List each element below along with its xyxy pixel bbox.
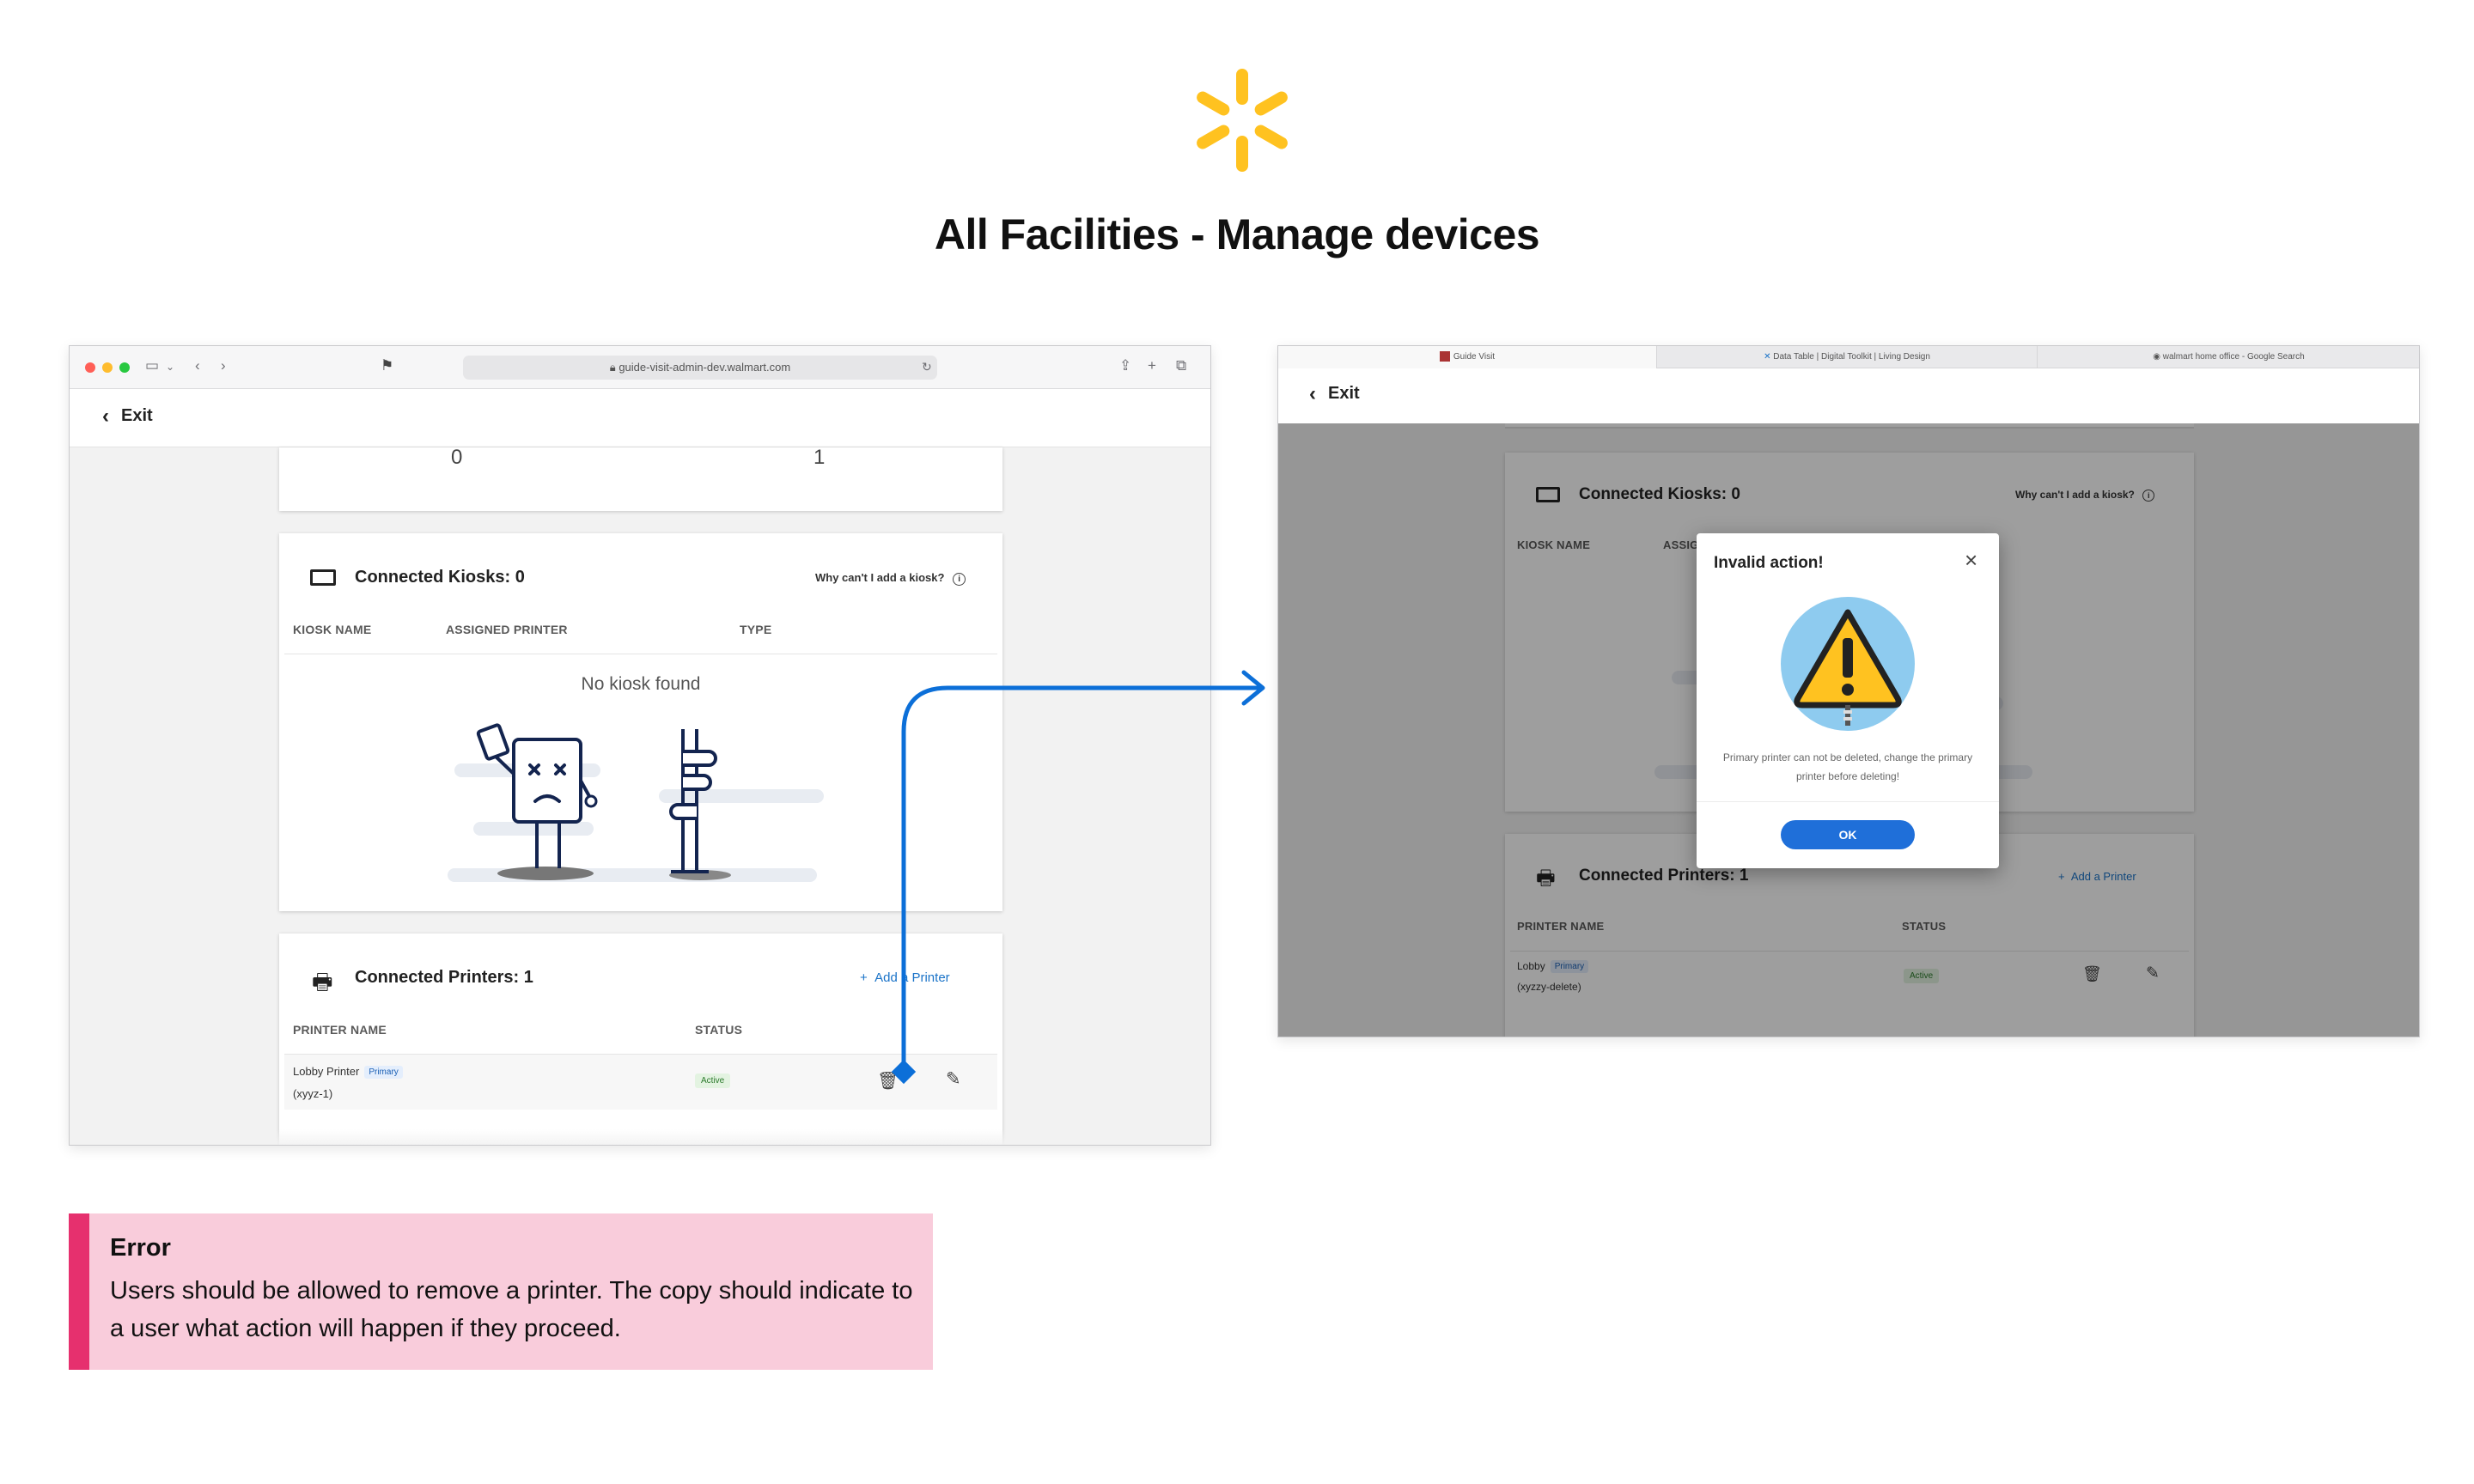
favicon-icon <box>1439 351 1450 362</box>
modal-title: Invalid action! <box>1714 554 1824 572</box>
warning-icon <box>1781 597 1915 731</box>
ok-button[interactable]: OK <box>1781 820 1915 849</box>
error-title: Error <box>110 1234 171 1262</box>
favicon-icon: ✕ <box>1764 352 1774 362</box>
browser-tab[interactable]: ◉ walmart home office - Google Search <box>2038 346 2419 368</box>
browser-tab-bar: Guide Visit ✕ Data Table | Digital Toolk… <box>1278 346 2419 368</box>
browser-tab[interactable]: Guide Visit <box>1278 346 1657 368</box>
favicon-icon: ◉ <box>2153 352 2163 362</box>
exit-button[interactable]: ‹ Exit <box>1309 381 1360 405</box>
chevron-left-icon: ‹ <box>1309 381 1316 405</box>
invalid-action-modal: Invalid action! × Primary printer can no… <box>1697 533 1999 868</box>
browser-tab[interactable]: ✕ Data Table | Digital Toolkit | Living … <box>1657 346 2038 368</box>
modal-message: Primary printer can not be deleted, chan… <box>1722 751 1973 782</box>
close-icon[interactable]: × <box>1965 547 1977 573</box>
divider <box>1697 801 1999 802</box>
exit-label: Exit <box>1328 384 1360 403</box>
right-browser-screenshot: Guide Visit ✕ Data Table | Digital Toolk… <box>1277 345 2420 1037</box>
error-callout: Error Users should be allowed to remove … <box>69 1213 933 1370</box>
error-description: Users should be allowed to remove a prin… <box>110 1277 913 1342</box>
